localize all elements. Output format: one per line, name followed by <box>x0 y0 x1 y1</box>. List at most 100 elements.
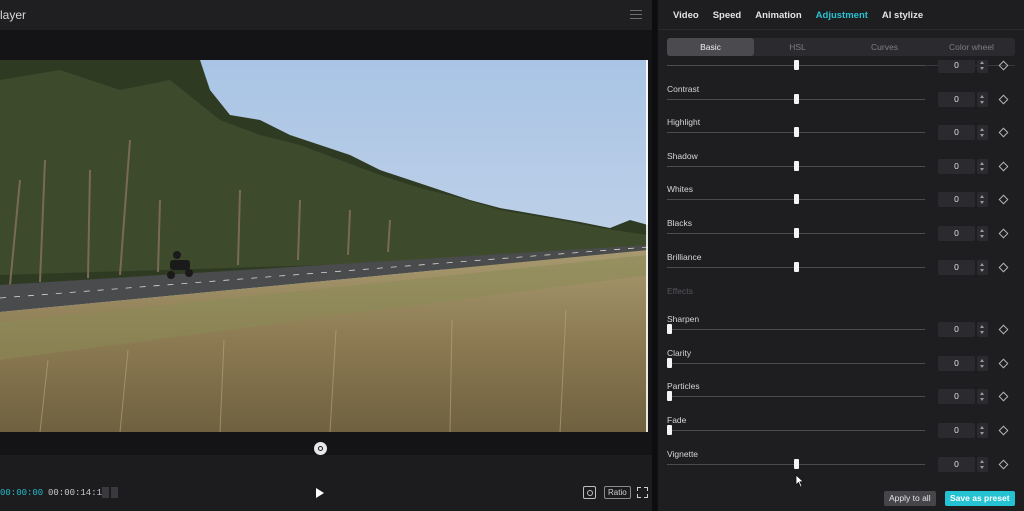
sharpen-slider[interactable] <box>667 329 925 331</box>
particles-row: Particles 0 <box>658 377 1024 411</box>
fullscreen-icon[interactable] <box>637 487 648 498</box>
keyframe-icon[interactable] <box>998 94 1009 105</box>
subtab-hsl[interactable]: HSL <box>754 38 841 56</box>
rotate-handle[interactable] <box>314 442 327 455</box>
whites-row: Whites 0 <box>658 180 1024 214</box>
tab-speed[interactable]: Speed <box>706 0 749 30</box>
contrast-value[interactable]: 0 <box>938 91 975 107</box>
save-as-preset-button[interactable]: Save as preset <box>945 491 1015 506</box>
tab-ai-stylize[interactable]: AI stylize <box>875 0 930 30</box>
ratio-button[interactable]: Ratio <box>604 486 631 499</box>
keyframe-icon[interactable] <box>998 194 1009 205</box>
clarity-slider[interactable] <box>667 362 925 364</box>
brilliance-row: Brilliance 0 <box>658 248 1024 282</box>
brilliance-slider-thumb[interactable] <box>793 261 799 272</box>
blacks-stepper[interactable] <box>977 226 988 241</box>
particles-label: Particles <box>667 381 700 392</box>
keyframe-icon[interactable] <box>998 127 1009 138</box>
brilliance-label: Brilliance <box>667 251 702 262</box>
particles-value[interactable]: 0 <box>938 389 975 405</box>
particles-stepper[interactable] <box>977 389 988 405</box>
exposure-stepper[interactable] <box>977 60 988 73</box>
tab-divider <box>658 29 1024 30</box>
clarity-value[interactable]: 0 <box>938 355 975 371</box>
sharpen-value[interactable]: 0 <box>938 322 975 338</box>
sharpen-row: Sharpen 0 <box>658 310 1024 344</box>
vignette-value[interactable]: 0 <box>938 456 975 472</box>
whites-slider-thumb[interactable] <box>793 194 799 205</box>
apply-to-all-button[interactable]: Apply to all <box>884 491 936 506</box>
particles-slider[interactable] <box>667 396 925 398</box>
subtab-color-wheel[interactable]: Color wheel <box>928 38 1015 56</box>
adjustment-subtabs: Basic HSL Curves Color wheel <box>667 38 1015 56</box>
player-header: layer <box>0 0 652 30</box>
contrast-slider-thumb[interactable] <box>793 93 799 104</box>
whites-stepper[interactable] <box>977 192 988 208</box>
brilliance-stepper[interactable] <box>977 259 988 275</box>
keyframe-icon[interactable] <box>998 425 1009 436</box>
menu-icon[interactable] <box>630 10 642 20</box>
clarity-label: Clarity <box>667 347 692 358</box>
play-icon[interactable] <box>316 488 324 498</box>
fade-slider[interactable] <box>667 430 925 431</box>
filmstrip-icon[interactable] <box>102 487 118 498</box>
particles-slider-thumb[interactable] <box>667 391 672 402</box>
tab-video[interactable]: Video <box>666 0 706 30</box>
keyframe-icon[interactable] <box>998 228 1009 239</box>
blacks-value[interactable]: 0 <box>938 226 975 241</box>
highlight-slider-thumb[interactable] <box>793 127 799 138</box>
highlight-value[interactable]: 0 <box>938 125 975 141</box>
tab-animation[interactable]: Animation <box>748 0 808 30</box>
adjustment-params: Exposure0Contrast0Highlight0Shadow0White… <box>658 60 1024 485</box>
keyframe-icon[interactable] <box>998 459 1009 470</box>
shadow-row: Shadow 0 <box>658 147 1024 181</box>
brilliance-value[interactable]: 0 <box>938 259 975 275</box>
keyframe-icon[interactable] <box>998 324 1009 335</box>
vignette-row: Vignette 0 <box>658 445 1024 479</box>
exposure-slider-thumb[interactable] <box>793 60 799 70</box>
keyframe-icon[interactable] <box>998 60 1009 71</box>
fade-row: Fade 0 <box>658 411 1024 445</box>
fade-value[interactable]: 0 <box>938 423 975 438</box>
blacks-slider-thumb[interactable] <box>793 228 799 238</box>
subtab-basic[interactable]: Basic <box>667 38 754 56</box>
total-time: 00:00:14:18 <box>48 488 108 498</box>
keyframe-icon[interactable] <box>998 358 1009 369</box>
vignette-stepper[interactable] <box>977 456 988 472</box>
clarity-slider-thumb[interactable] <box>667 357 672 368</box>
contrast-stepper[interactable] <box>977 91 988 107</box>
keyframe-icon[interactable] <box>998 161 1009 172</box>
whites-value[interactable]: 0 <box>938 192 975 208</box>
fade-label: Fade <box>667 415 687 425</box>
mouse-cursor-icon <box>795 474 805 488</box>
keyframe-icon[interactable] <box>998 262 1009 273</box>
sharpen-label: Sharpen <box>667 314 700 325</box>
current-time: 00:00:00 <box>0 488 44 498</box>
player-title: layer <box>0 8 27 22</box>
fade-slider-thumb[interactable] <box>667 425 672 435</box>
fit-frame-icon[interactable] <box>583 486 596 499</box>
sharpen-slider-thumb[interactable] <box>667 324 672 335</box>
exposure-value[interactable]: 0 <box>938 60 975 73</box>
highlight-stepper[interactable] <box>977 125 988 141</box>
crop-edge[interactable] <box>646 60 648 432</box>
shadow-label: Shadow <box>667 150 698 161</box>
highlight-label: Highlight <box>667 117 701 128</box>
vignette-label: Vignette <box>667 448 699 459</box>
blacks-label: Blacks <box>667 218 693 228</box>
shadow-stepper[interactable] <box>977 158 988 174</box>
clarity-stepper[interactable] <box>977 355 988 371</box>
whites-label: Whites <box>667 184 693 195</box>
video-preview[interactable] <box>0 60 648 432</box>
editor-window: layer 00:00:00 00:00:14:18 Ratio Video S… <box>0 0 1024 511</box>
tab-adjustment[interactable]: Adjustment <box>809 0 875 30</box>
player-panel: layer 00:00:00 00:00:14:18 Ratio <box>0 0 652 511</box>
sharpen-stepper[interactable] <box>977 322 988 338</box>
video-frame-image <box>0 60 648 432</box>
keyframe-icon[interactable] <box>998 391 1009 402</box>
fade-stepper[interactable] <box>977 423 988 438</box>
subtab-curves[interactable]: Curves <box>841 38 928 56</box>
shadow-slider-thumb[interactable] <box>793 160 799 171</box>
shadow-value[interactable]: 0 <box>938 158 975 174</box>
vignette-slider-thumb[interactable] <box>793 458 799 469</box>
